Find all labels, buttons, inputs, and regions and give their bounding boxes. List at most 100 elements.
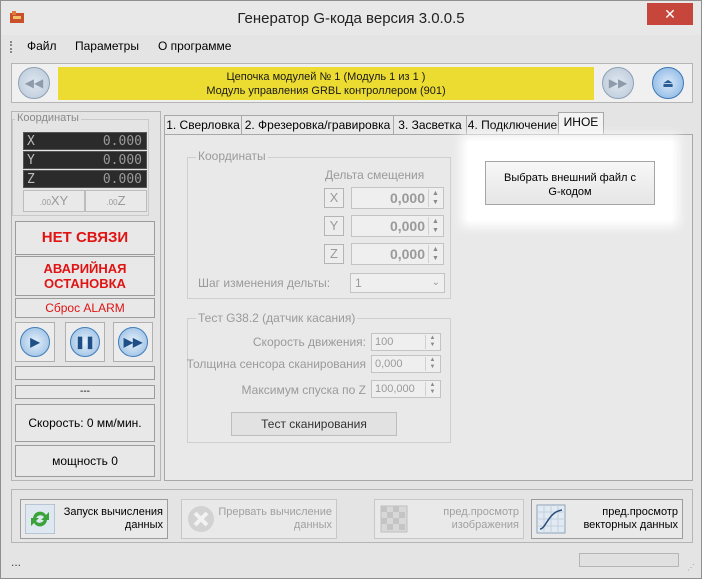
coords-group-caption: Координаты xyxy=(196,149,268,163)
coord-axis-label: Z xyxy=(27,172,35,187)
step-label: Шаг изменения дельты: xyxy=(198,276,331,290)
preview-vector-line2: векторных данных xyxy=(583,519,678,531)
delta-label: Дельта смещения xyxy=(325,168,425,182)
close-button[interactable]: ✕ xyxy=(647,3,693,25)
delta-x-value: 0,000 xyxy=(389,190,425,206)
zero-z-label: Z xyxy=(117,193,126,208)
tab-exposure[interactable]: 3. Засветка xyxy=(393,115,467,135)
emergency-line1: АВАРИЙНАЯ xyxy=(43,261,127,276)
start-calc-line1: Запуск вычисления xyxy=(63,506,163,518)
chevron-down-icon: ⌄ xyxy=(431,277,440,288)
coord-value: 0.000 xyxy=(102,134,142,149)
external-file-line2: G-кодом xyxy=(548,186,592,198)
spin-arrows-icon[interactable]: ▲ ▼ xyxy=(428,245,442,263)
tab-connection[interactable]: 4. Подключение xyxy=(466,115,559,135)
power-readout: мощность 0 xyxy=(15,445,155,477)
spin-arrows-icon[interactable]: ▲ ▼ xyxy=(428,189,442,207)
previous-module-button[interactable]: ◀◀ xyxy=(18,67,50,99)
eject-button[interactable]: ⏏ xyxy=(652,67,684,99)
preview-vector-button[interactable]: пред.просмотр векторных данных xyxy=(531,499,683,539)
delta-axis-z: Z xyxy=(324,244,344,264)
zero-xy-button[interactable]: .00XY xyxy=(23,190,85,212)
preview-image-text: пред.просмотр изображения xyxy=(443,506,519,532)
spin-arrows-icon[interactable]: ▲ ▼ xyxy=(425,357,439,371)
app-window: Генератор G-кода версия 3.0.0.5 ✕ Файл П… xyxy=(0,0,702,579)
sensor-thickness-value: 0,000 xyxy=(375,358,403,370)
coord-y-readout: Y 0.000 xyxy=(23,151,147,169)
menu-file[interactable]: Файл xyxy=(27,39,57,53)
delta-axis-x: X xyxy=(324,188,344,208)
next-module-button[interactable]: ▶▶ xyxy=(602,67,634,99)
zero-z-button[interactable]: .00Z xyxy=(85,190,147,212)
window-title: Генератор G-кода версия 3.0.0.5 xyxy=(237,10,465,27)
delta-axis-y: Y xyxy=(324,216,344,236)
vector-preview-icon xyxy=(536,504,566,534)
step-select[interactable]: 1 ⌄ xyxy=(350,273,445,293)
probe-test-caption: Тест G38.2 (датчик касания) xyxy=(196,311,358,325)
module-info: Цепочка модулей № 1 (Модуль 1 из 1 ) Мод… xyxy=(58,67,594,100)
play-button[interactable]: ▶ xyxy=(15,322,55,362)
zero-icon: .00 xyxy=(106,198,118,207)
refresh-icon xyxy=(25,504,55,534)
max-descent-label: Максимум спуска по Z xyxy=(241,383,366,397)
emergency-stop-button[interactable]: АВАРИЙНАЯ ОСТАНОВКА xyxy=(15,256,155,296)
delta-y-input[interactable]: 0,000 ▲ ▼ xyxy=(351,215,444,237)
coord-z-readout: Z 0.000 xyxy=(23,170,147,188)
cancel-icon xyxy=(188,506,214,532)
menu-parameters[interactable]: Параметры xyxy=(75,39,139,53)
tab-milling[interactable]: 2. Фрезеровка/гравировка xyxy=(241,115,394,135)
scan-test-button[interactable]: Тест сканирования xyxy=(231,412,397,436)
stop-calc-line1: Прервать вычисление xyxy=(218,506,332,518)
spin-arrows-icon[interactable]: ▲ ▼ xyxy=(425,335,439,349)
sensor-thickness-input[interactable]: 0,000 ▲ ▼ xyxy=(371,355,441,373)
max-descent-value: 100,000 xyxy=(375,383,415,395)
tab-other[interactable]: ИНОЕ xyxy=(558,112,604,135)
delta-z-value: 0,000 xyxy=(389,246,425,262)
select-external-gcode-button[interactable]: Выбрать внешний файл с G-кодом xyxy=(485,161,655,205)
zero-xy-label: XY xyxy=(50,193,69,208)
reset-alarm-button[interactable]: Сброс ALARM xyxy=(15,298,155,318)
title-bar[interactable]: Генератор G-кода версия 3.0.0.5 ✕ xyxy=(1,1,701,35)
speed-readout: Скорость: 0 мм/мин. xyxy=(15,404,155,442)
coords-readout-caption: Координаты xyxy=(15,112,81,124)
stop-calc-text: Прервать вычисление данных xyxy=(218,506,332,532)
step-value: 1 xyxy=(355,276,362,290)
probe-speed-input[interactable]: 100 ▲ ▼ xyxy=(371,333,441,351)
probe-speed-value: 100 xyxy=(375,336,394,348)
max-descent-input[interactable]: 100,000 ▲ ▼ xyxy=(371,380,441,398)
rewind-icon: ◀◀ xyxy=(24,76,44,90)
menu-grip-icon xyxy=(10,41,14,53)
sensor-thickness-label: Толщина сенсора сканирования xyxy=(186,357,366,371)
fast-forward-icon: ▶▶ xyxy=(608,76,628,90)
stop-calculation-button[interactable]: Прервать вычисление данных xyxy=(181,499,337,539)
tab-drilling[interactable]: 1. Сверловка xyxy=(164,115,242,135)
coord-x-readout: X 0.000 xyxy=(23,132,147,150)
coord-value: 0.000 xyxy=(102,172,142,187)
emergency-line2: ОСТАНОВКА xyxy=(44,276,126,291)
coord-value: 0.000 xyxy=(102,153,142,168)
delta-y-value: 0,000 xyxy=(389,218,425,234)
delta-x-input[interactable]: 0,000 ▲ ▼ xyxy=(351,187,444,209)
external-file-line1: Выбрать внешний файл с xyxy=(504,172,636,184)
eject-icon: ⏏ xyxy=(662,76,674,90)
no-connection-indicator[interactable]: НЕТ СВЯЗИ xyxy=(15,221,155,255)
pause-icon: ❚❚ xyxy=(70,327,100,357)
menu-bar: Файл Параметры О программе xyxy=(1,37,701,57)
coord-axis-label: Y xyxy=(27,153,35,168)
zero-icon: .00 xyxy=(39,198,51,207)
delta-z-input[interactable]: 0,000 ▲ ▼ xyxy=(351,243,444,265)
resize-grip-icon[interactable]: ⋰ xyxy=(687,563,695,572)
spin-arrows-icon[interactable]: ▲ ▼ xyxy=(425,382,439,396)
start-calculation-button[interactable]: Запуск вычисления данных xyxy=(20,499,168,539)
preview-image-line1: пред.просмотр xyxy=(443,506,519,518)
module-bar: ◀◀ Цепочка модулей № 1 (Модуль 1 из 1 ) … xyxy=(11,63,693,103)
stop-calc-line2: данных xyxy=(293,519,332,531)
pause-button[interactable]: ❚❚ xyxy=(65,322,105,362)
preview-image-button[interactable]: пред.просмотр изображения xyxy=(374,499,524,539)
preview-image-line2: изображения xyxy=(451,519,519,531)
menu-about[interactable]: О программе xyxy=(158,39,231,53)
play-icon: ▶ xyxy=(20,327,50,357)
step-forward-button[interactable]: ▶▶ xyxy=(113,322,153,362)
spin-arrows-icon[interactable]: ▲ ▼ xyxy=(428,217,442,235)
probe-speed-label: Скорость движения: xyxy=(252,335,366,349)
